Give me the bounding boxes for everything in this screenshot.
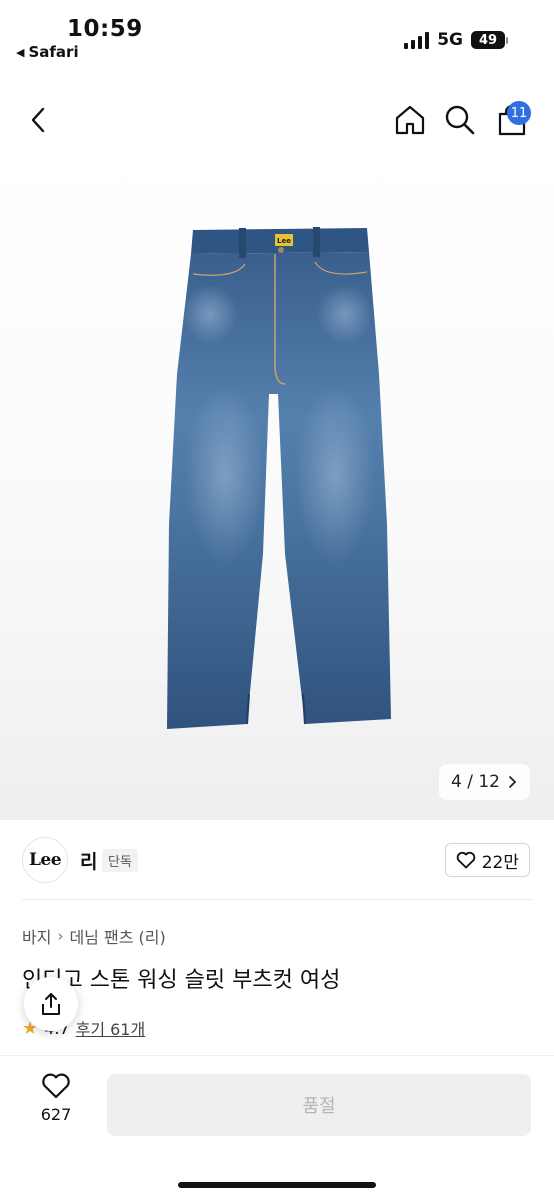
brand-like-count: 22만 (481, 852, 519, 873)
product-image-gallery[interactable]: Lee 4 / 12 (0, 152, 554, 820)
app-header: 11 (0, 90, 554, 152)
gallery-pager[interactable]: 4 / 12 (439, 764, 530, 800)
back-button[interactable] (14, 90, 64, 150)
gallery-pager-text: 4 / 12 (451, 772, 500, 792)
network-type: 5G (437, 30, 463, 50)
sold-out-button[interactable]: 품절 (107, 1074, 531, 1136)
back-app-label: Safari (28, 43, 79, 61)
heart-icon (42, 1073, 70, 1099)
brand-row: Lee 리 단독 22만 (0, 832, 554, 894)
svg-text:Lee: Lee (277, 237, 291, 245)
breadcrumb-item-category[interactable]: 바지 (22, 924, 51, 948)
cart-button[interactable]: 11 (487, 90, 537, 150)
status-indicators: 5G 49 (404, 30, 508, 50)
exclusive-badge: 단독 (102, 849, 138, 872)
heart-icon (456, 851, 475, 869)
cellular-signal-icon (404, 31, 430, 49)
back-to-safari[interactable]: ◀ Safari (16, 43, 79, 61)
search-button[interactable] (435, 90, 485, 150)
breadcrumb: 바지 › 데님 팬츠 (리) (22, 924, 166, 948)
bottom-action-bar: 627 품절 (0, 1055, 554, 1200)
home-icon (395, 105, 425, 135)
review-count-link[interactable]: 후기 61개 (76, 1016, 146, 1040)
home-button[interactable] (385, 90, 435, 150)
brand-name[interactable]: 리 (80, 847, 97, 874)
product-jeans-image: Lee (167, 227, 391, 729)
divider (22, 899, 532, 900)
back-triangle-icon: ◀ (16, 45, 25, 59)
chevron-left-icon (31, 107, 45, 133)
home-indicator (178, 1182, 376, 1188)
cart-count-badge: 11 (507, 101, 531, 125)
brand-like-button[interactable]: 22만 (444, 843, 530, 877)
breadcrumb-item-subcategory[interactable]: 데님 팬츠 (리) (69, 924, 165, 948)
brand-logo[interactable]: Lee (22, 837, 68, 883)
battery-icon: 49 (471, 31, 508, 49)
wishlist-count: 627 (40, 1105, 72, 1124)
status-bar: 10:59 ◀ Safari 5G 49 (0, 0, 554, 70)
chevron-right-icon (509, 776, 517, 788)
search-icon (445, 105, 475, 135)
status-time: 10:59 (67, 16, 143, 42)
battery-level: 49 (471, 31, 505, 49)
chevron-right-icon: › (57, 927, 64, 945)
share-button[interactable] (24, 977, 78, 1031)
share-icon (42, 993, 60, 1015)
wishlist-button[interactable]: 627 (24, 1072, 88, 1124)
